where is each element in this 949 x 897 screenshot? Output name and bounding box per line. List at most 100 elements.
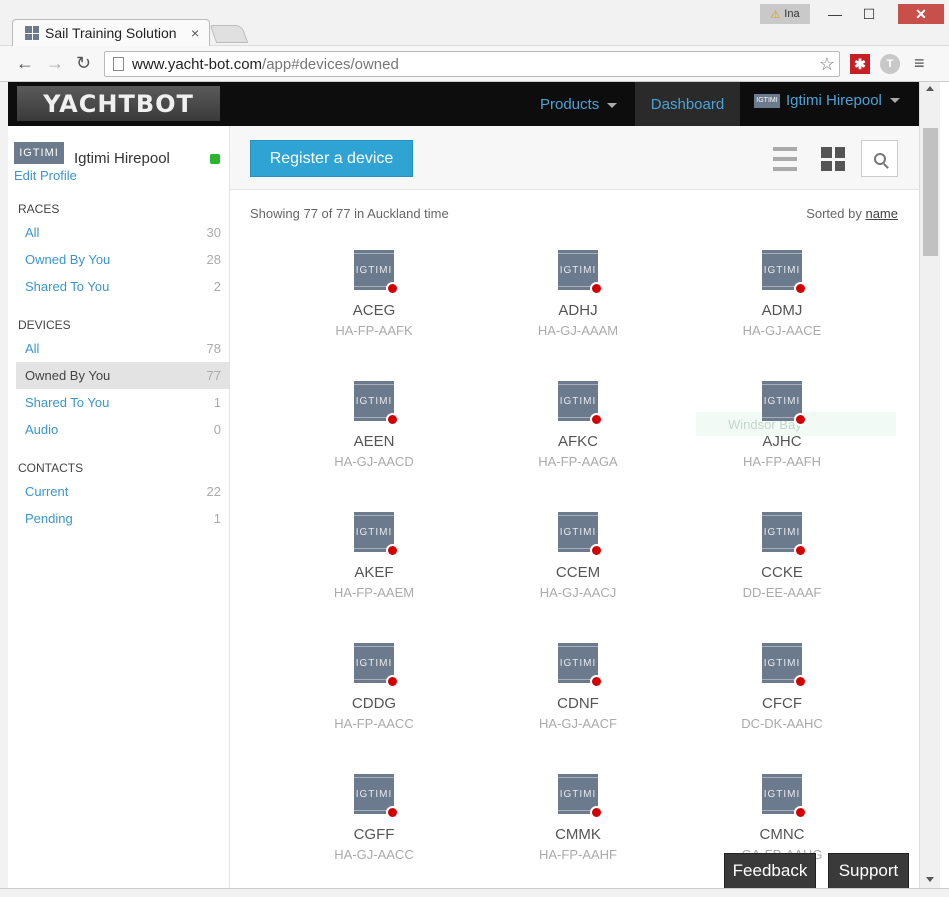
window-frame-bottom (0, 888, 949, 897)
list-view-icon[interactable] (773, 147, 797, 171)
sidebar-item-label: All (25, 341, 40, 356)
device-tile[interactable]: IGTIMI CMMK HA-FP-AAHF (518, 774, 638, 897)
scroll-thumb[interactable] (923, 128, 938, 256)
sidebar-item-races-all[interactable]: All 30 (16, 219, 230, 246)
sidebar-item-label: Shared To You (25, 395, 110, 410)
device-tile[interactable]: IGTIMI CCEM HA-GJ-AACJ (518, 512, 638, 643)
scroll-up-icon[interactable] (926, 86, 934, 91)
sidebar-item-count: 22 (206, 484, 221, 499)
device-serial: HA-GJ-AACD (334, 454, 414, 469)
bookmark-star-icon[interactable]: ☆ (819, 54, 835, 75)
sort-prefix: Sorted by (806, 206, 866, 221)
tab-close-icon[interactable]: × (191, 25, 199, 41)
page-scrollbar[interactable] (919, 82, 940, 888)
profile-badge[interactable]: ⚠ Ina (760, 4, 810, 24)
device-serial: HA-FP-AAHF (539, 847, 617, 862)
device-tile[interactable]: IGTIMI CCKE DD-EE-AAAF (722, 512, 842, 643)
device-name: CCEM (555, 564, 601, 581)
device-tile[interactable]: IGTIMI ADHJ HA-GJ-AAAM (518, 250, 638, 381)
minimize-button[interactable]: — (822, 4, 848, 24)
nav-user-menu[interactable]: IGTIMI Igtimi Hirepool (754, 92, 900, 109)
status-dot-icon (386, 544, 399, 557)
device-name: CDDG (351, 695, 397, 712)
extension-t-icon[interactable]: T (880, 54, 900, 74)
chevron-down-icon (889, 98, 900, 103)
new-tab-button[interactable] (209, 25, 249, 43)
nav-products[interactable]: Products (540, 96, 618, 113)
device-name: AFKC (557, 433, 598, 450)
sidebar-item-contacts-pending[interactable]: Pending 1 (16, 505, 230, 532)
sidebar-item-devices-audio[interactable]: Audio 0 (16, 416, 230, 443)
sidebar-item-count: 77 (206, 368, 221, 383)
device-name: ACEG (352, 302, 396, 319)
device-tile[interactable]: IGTIMI CDNF HA-GJ-AACF (518, 643, 638, 774)
device-name: CDNF (557, 695, 599, 712)
device-tile[interactable]: IGTIMI AKEF HA-FP-AAEM (314, 512, 434, 643)
device-tile[interactable]: IGTIMI CFCF DC-DK-AAHC (722, 643, 842, 774)
status-dot-icon (386, 413, 399, 426)
sidebar-item-devices-all[interactable]: All 78 (16, 335, 230, 362)
device-serial: HA-GJ-AACF (539, 716, 617, 731)
nav-dashboard[interactable]: Dashboard (635, 82, 740, 126)
sidebar-item-races-owned[interactable]: Owned By You 28 (16, 246, 230, 273)
device-tile[interactable]: IGTIMI ACEG HA-FP-AAFK (314, 250, 434, 381)
lock-icon (210, 154, 220, 164)
sort-indicator: Sorted by name (806, 206, 898, 221)
sidebar-item-count: 78 (206, 341, 221, 356)
device-serial: HA-GJ-AACC (334, 847, 414, 862)
device-name: AEEN (353, 433, 395, 450)
status-dot-icon (794, 282, 807, 295)
sidebar-item-count: 1 (213, 511, 221, 526)
status-dot-icon (794, 675, 807, 688)
device-serial: HA-GJ-AACJ (539, 585, 617, 600)
sidebar-item-races-shared[interactable]: Shared To You 2 (16, 273, 230, 300)
edit-profile-link[interactable]: Edit Profile (14, 168, 77, 183)
url-path: /app#devices/owned (262, 55, 399, 73)
sort-field-link[interactable]: name (865, 206, 898, 221)
status-dot-icon (386, 282, 399, 295)
url-text: www.yacht-bot.com/app#devices/owned (132, 56, 399, 73)
sidebar-item-count: 1 (213, 395, 221, 410)
status-dot-icon (794, 544, 807, 557)
sidebar-item-count: 2 (213, 279, 221, 294)
device-tile[interactable]: IGTIMI AEEN HA-GJ-AACD (314, 381, 434, 512)
browser-tab[interactable]: Sail Training Solution × (12, 19, 210, 46)
sidebar-item-contacts-current[interactable]: Current 22 (16, 478, 230, 505)
grid-view-icon[interactable] (821, 147, 845, 171)
sidebar-item-devices-owned[interactable]: Owned By You 77 (16, 362, 230, 389)
maximize-button[interactable]: ☐ (856, 4, 882, 24)
result-count-text: Showing 77 of 77 in Auckland time (250, 206, 449, 221)
scroll-down-icon[interactable] (926, 877, 934, 882)
search-button[interactable] (861, 140, 898, 177)
device-name: CMNC (759, 826, 805, 843)
yachtbot-logo[interactable]: YACHTBOT (17, 86, 220, 121)
feedback-button[interactable]: Feedback (724, 853, 816, 889)
sidebar-item-devices-shared[interactable]: Shared To You 1 (16, 389, 230, 416)
device-name: CCKE (761, 564, 803, 581)
chevron-down-icon (607, 102, 618, 108)
nav-products-label: Products (540, 96, 600, 113)
address-bar[interactable]: www.yacht-bot.com/app#devices/owned ☆ (104, 51, 840, 77)
main-content: Register a device Showing 77 of 77 in Au… (230, 126, 919, 888)
browser-menu-icon[interactable]: ≡ (914, 53, 925, 74)
back-button[interactable]: ← (16, 53, 34, 74)
device-serial: HA-FP-AAFK (335, 323, 413, 338)
register-device-button[interactable]: Register a device (250, 140, 413, 177)
device-name: CMMK (555, 826, 601, 843)
sidebar-item-label: Shared To You (25, 279, 110, 294)
device-tile[interactable]: IGTIMI AFKC HA-FP-AAGA (518, 381, 638, 512)
device-tile[interactable]: IGTIMI ADMJ HA-GJ-AACE (722, 250, 842, 381)
status-dot-icon (590, 806, 603, 819)
support-button[interactable]: Support (828, 853, 909, 889)
device-tile[interactable]: IGTIMI CGFF HA-GJ-AACC (314, 774, 434, 897)
device-tile[interactable]: IGTIMI AJHC HA-FP-AAFH (722, 381, 842, 512)
device-serial: HA-FP-AACC (334, 716, 414, 731)
device-name: CFCF (762, 695, 802, 712)
sidebar-item-label: Pending (25, 511, 73, 526)
device-tile[interactable]: IGTIMI CDDG HA-FP-AACC (314, 643, 434, 774)
close-window-button[interactable]: ✕ (898, 4, 944, 24)
forward-button[interactable]: → (46, 53, 64, 74)
extension-icon[interactable]: ✱ (850, 54, 870, 74)
reload-button[interactable]: ↻ (76, 53, 91, 74)
search-icon (873, 152, 886, 165)
